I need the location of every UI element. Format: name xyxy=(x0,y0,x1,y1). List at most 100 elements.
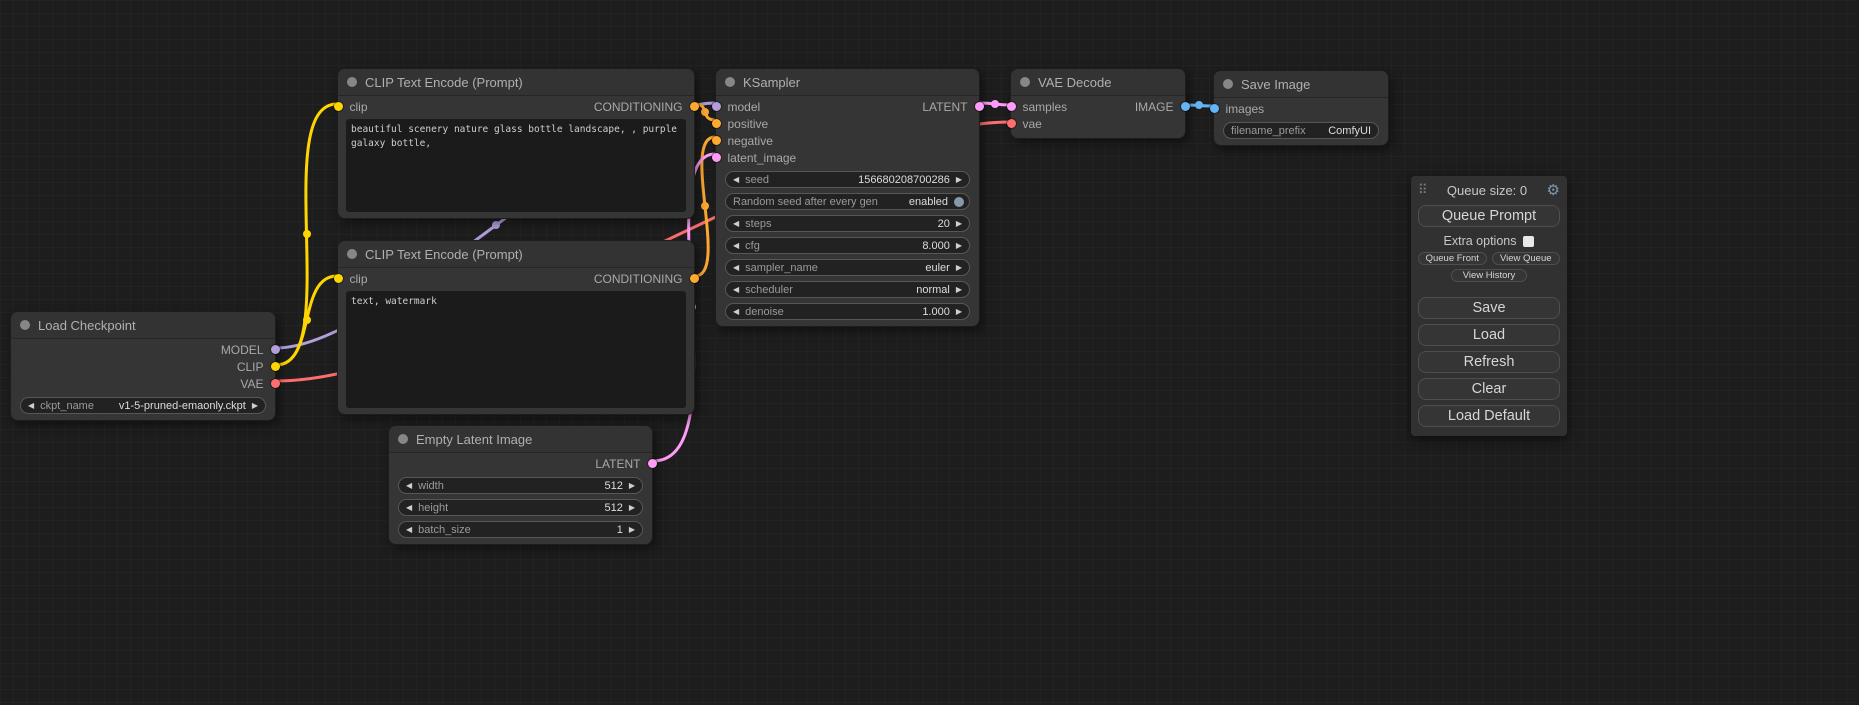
widget-filename-prefix[interactable]: filename_prefix ComfyUI xyxy=(1223,122,1379,139)
input-slot-vae[interactable]: vae xyxy=(1007,117,1042,131)
latent-image-input-dot[interactable] xyxy=(712,153,721,162)
increment-arrow-icon[interactable]: ▶ xyxy=(252,402,258,410)
widget-scheduler[interactable]: ◀ scheduler normal ▶ xyxy=(725,281,970,298)
conditioning-output-dot[interactable] xyxy=(690,274,699,283)
negative-input-dot[interactable] xyxy=(712,136,721,145)
collapse-dot-icon[interactable] xyxy=(398,434,408,444)
refresh-button[interactable]: Refresh xyxy=(1418,351,1560,373)
view-queue-button[interactable]: View Queue xyxy=(1492,252,1561,265)
output-slot-latent[interactable]: LATENT xyxy=(922,100,983,114)
queue-front-button[interactable]: Queue Front xyxy=(1418,252,1487,265)
node-graph-canvas[interactable]: Load Checkpoint MODEL CLIP VAE xyxy=(0,0,1859,705)
output-slot-vae[interactable]: VAE xyxy=(240,377,279,391)
input-slot-positive[interactable]: positive xyxy=(712,117,769,131)
output-slot-latent[interactable]: LATENT xyxy=(595,457,656,471)
increment-arrow-icon[interactable]: ▶ xyxy=(956,308,962,316)
collapse-dot-icon[interactable] xyxy=(725,77,735,87)
vae-input-dot[interactable] xyxy=(1007,119,1016,128)
latent-output-dot[interactable] xyxy=(975,102,984,111)
widget-batch-size[interactable]: ◀ batch_size 1 ▶ xyxy=(398,521,643,538)
node-title-bar[interactable]: Save Image xyxy=(1214,71,1388,98)
widget-denoise[interactable]: ◀ denoise 1.000 ▶ xyxy=(725,303,970,320)
widget-random-seed-toggle[interactable]: Random seed after every gen enabled xyxy=(725,193,970,210)
decrement-arrow-icon[interactable]: ◀ xyxy=(733,264,739,272)
drag-handle-icon[interactable]: ⠿ xyxy=(1418,182,1428,198)
collapse-dot-icon[interactable] xyxy=(20,320,30,330)
collapse-dot-icon[interactable] xyxy=(347,77,357,87)
increment-arrow-icon[interactable]: ▶ xyxy=(956,242,962,250)
queue-prompt-button[interactable]: Queue Prompt xyxy=(1418,205,1560,227)
view-history-button[interactable]: View History xyxy=(1451,269,1527,282)
output-slot-clip[interactable]: CLIP xyxy=(237,360,280,374)
image-output-dot[interactable] xyxy=(1181,102,1190,111)
widget-height[interactable]: ◀ height 512 ▶ xyxy=(398,499,643,516)
increment-arrow-icon[interactable]: ▶ xyxy=(956,176,962,184)
node-empty-latent-image[interactable]: Empty Latent Image LATENT ◀ width 512 ▶ … xyxy=(388,425,653,545)
extra-options-checkbox[interactable] xyxy=(1523,236,1534,247)
images-input-dot[interactable] xyxy=(1210,104,1219,113)
save-button[interactable]: Save xyxy=(1418,297,1560,319)
positive-input-dot[interactable] xyxy=(712,119,721,128)
node-ksampler[interactable]: KSampler model LATENT positive xyxy=(715,68,980,327)
negative-prompt-textarea[interactable]: text, watermark xyxy=(346,291,686,408)
input-slot-clip[interactable]: clip xyxy=(334,100,368,114)
node-title-bar[interactable]: Load Checkpoint xyxy=(11,312,275,339)
widget-width[interactable]: ◀ width 512 ▶ xyxy=(398,477,643,494)
decrement-arrow-icon[interactable]: ◀ xyxy=(733,220,739,228)
load-default-button[interactable]: Load Default xyxy=(1418,405,1560,427)
model-output-dot[interactable] xyxy=(271,345,280,354)
input-slot-images[interactable]: images xyxy=(1210,102,1265,116)
vae-output-dot[interactable] xyxy=(271,379,280,388)
node-load-checkpoint[interactable]: Load Checkpoint MODEL CLIP VAE xyxy=(10,311,276,421)
widget-cfg[interactable]: ◀ cfg 8.000 ▶ xyxy=(725,237,970,254)
decrement-arrow-icon[interactable]: ◀ xyxy=(406,526,412,534)
node-save-image[interactable]: Save Image images filename_prefix ComfyU… xyxy=(1213,70,1389,146)
output-slot-conditioning[interactable]: CONDITIONING xyxy=(594,100,699,114)
input-slot-latent-image[interactable]: latent_image xyxy=(712,151,797,165)
increment-arrow-icon[interactable]: ▶ xyxy=(956,220,962,228)
decrement-arrow-icon[interactable]: ◀ xyxy=(733,286,739,294)
node-title-bar[interactable]: Empty Latent Image xyxy=(389,426,652,453)
increment-arrow-icon[interactable]: ▶ xyxy=(629,482,635,490)
node-title-bar[interactable]: KSampler xyxy=(716,69,979,96)
conditioning-output-dot[interactable] xyxy=(690,102,699,111)
decrement-arrow-icon[interactable]: ◀ xyxy=(406,482,412,490)
input-slot-clip[interactable]: clip xyxy=(334,272,368,286)
widget-ckpt-name[interactable]: ◀ ckpt_name v1-5-pruned-emaonly.ckpt ▶ xyxy=(20,397,266,414)
samples-input-dot[interactable] xyxy=(1007,102,1016,111)
collapse-dot-icon[interactable] xyxy=(1223,79,1233,89)
widget-seed[interactable]: ◀ seed 156680208700286 ▶ xyxy=(725,171,970,188)
input-slot-model[interactable]: model xyxy=(712,100,761,114)
increment-arrow-icon[interactable]: ▶ xyxy=(629,504,635,512)
output-slot-conditioning[interactable]: CONDITIONING xyxy=(594,272,699,286)
decrement-arrow-icon[interactable]: ◀ xyxy=(406,504,412,512)
clear-button[interactable]: Clear xyxy=(1418,378,1560,400)
node-title-bar[interactable]: CLIP Text Encode (Prompt) xyxy=(338,69,694,96)
widget-sampler-name[interactable]: ◀ sampler_name euler ▶ xyxy=(725,259,970,276)
decrement-arrow-icon[interactable]: ◀ xyxy=(733,176,739,184)
collapse-dot-icon[interactable] xyxy=(347,249,357,259)
input-slot-negative[interactable]: negative xyxy=(712,134,773,148)
collapse-dot-icon[interactable] xyxy=(1020,77,1030,87)
load-button[interactable]: Load xyxy=(1418,324,1560,346)
decrement-arrow-icon[interactable]: ◀ xyxy=(733,308,739,316)
settings-gear-icon[interactable]: ⚙ xyxy=(1547,181,1560,199)
node-clip-text-encode-positive[interactable]: CLIP Text Encode (Prompt) clip CONDITION… xyxy=(337,68,695,219)
decrement-arrow-icon[interactable]: ◀ xyxy=(28,402,34,410)
node-clip-text-encode-negative[interactable]: CLIP Text Encode (Prompt) clip CONDITION… xyxy=(337,240,695,415)
decrement-arrow-icon[interactable]: ◀ xyxy=(733,242,739,250)
clip-output-dot[interactable] xyxy=(271,362,280,371)
widget-steps[interactable]: ◀ steps 20 ▶ xyxy=(725,215,970,232)
increment-arrow-icon[interactable]: ▶ xyxy=(956,264,962,272)
increment-arrow-icon[interactable]: ▶ xyxy=(956,286,962,294)
increment-arrow-icon[interactable]: ▶ xyxy=(629,526,635,534)
output-slot-model[interactable]: MODEL xyxy=(221,343,280,357)
clip-input-dot[interactable] xyxy=(334,102,343,111)
output-slot-image[interactable]: IMAGE xyxy=(1135,100,1190,114)
positive-prompt-textarea[interactable]: beautiful scenery nature glass bottle la… xyxy=(346,119,686,212)
model-input-dot[interactable] xyxy=(712,102,721,111)
node-vae-decode[interactable]: VAE Decode samples IMAGE vae xyxy=(1010,68,1186,139)
node-title-bar[interactable]: CLIP Text Encode (Prompt) xyxy=(338,241,694,268)
input-slot-samples[interactable]: samples xyxy=(1007,100,1068,114)
node-title-bar[interactable]: VAE Decode xyxy=(1011,69,1185,96)
